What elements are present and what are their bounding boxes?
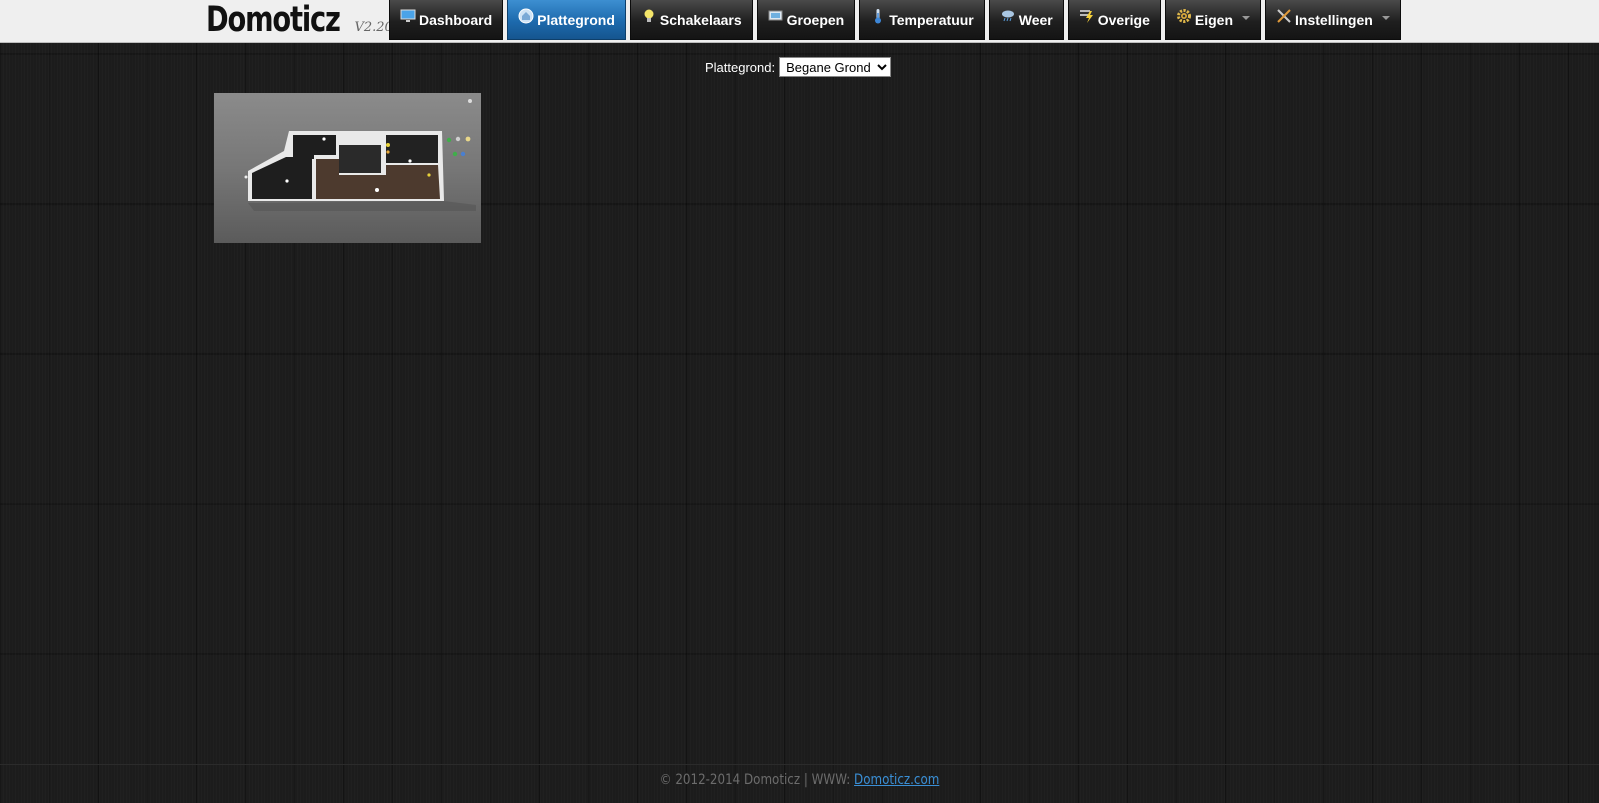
- brand-name: Domoticz: [206, 0, 341, 40]
- floorplan-label: Plattegrond:: [705, 59, 776, 75]
- device-marker[interactable]: [408, 159, 412, 163]
- nav-plattegrond[interactable]: Plattegrond: [507, 0, 626, 40]
- nav-instellingen[interactable]: Instellingen: [1265, 0, 1401, 40]
- device-marker[interactable]: [465, 136, 471, 142]
- monitor-icon: [400, 9, 416, 22]
- thermometer-icon: [875, 8, 882, 23]
- device-marker[interactable]: [455, 136, 461, 142]
- device-marker[interactable]: [386, 150, 390, 154]
- device-marker[interactable]: [460, 151, 466, 157]
- rain-cloud-icon: [1001, 10, 1014, 21]
- lightning-icon: [1079, 9, 1093, 23]
- floorplan-selector: Plattegrond: Begane Grond: [705, 57, 892, 77]
- house-icon: [518, 8, 534, 23]
- tools-icon: [1277, 8, 1291, 23]
- footer-text: © 2012-2014 Domoticz | WWW: Domoticz.com: [660, 765, 940, 795]
- lightbulb-icon: [644, 9, 654, 22]
- room-middle: [339, 145, 381, 173]
- nav-schakelaars-label: Schakelaars: [659, 11, 742, 28]
- nav-groepen[interactable]: Groepen: [756, 0, 856, 40]
- nav-groepen-label: Groepen: [786, 11, 845, 28]
- main-nav: Dashboard Plattegrond Schakelaars Groepe…: [389, 0, 1405, 42]
- top-navigation-bar: Domoticz V2.2052 Dashboard Plattegrond S…: [0, 0, 1599, 43]
- chevron-down-icon: [1381, 15, 1390, 20]
- device-marker[interactable]: [427, 173, 431, 177]
- brand[interactable]: Domoticz V2.2052: [206, 0, 409, 42]
- nav-overige[interactable]: Overige: [1067, 0, 1161, 40]
- nav-schakelaars[interactable]: Schakelaars: [629, 0, 753, 40]
- nav-plattegrond-label: Plattegrond: [537, 11, 615, 28]
- room-right: [386, 135, 438, 163]
- device-marker[interactable]: [322, 137, 326, 141]
- nav-dashboard-label: Dashboard: [419, 11, 493, 28]
- nav-eigen[interactable]: Eigen: [1164, 0, 1262, 40]
- nav-instellingen-label: Instellingen: [1295, 11, 1373, 28]
- device-marker[interactable]: [446, 137, 452, 143]
- device-marker[interactable]: [452, 151, 458, 157]
- nav-weer[interactable]: Weer: [988, 0, 1064, 40]
- device-marker[interactable]: [285, 179, 289, 183]
- nav-temperatuur-label: Temperatuur: [889, 11, 974, 28]
- device-marker[interactable]: [468, 99, 472, 103]
- floorplan-select[interactable]: Begane Grond: [779, 57, 892, 77]
- nav-dashboard[interactable]: Dashboard: [389, 0, 504, 40]
- footer-copyright: © 2012-2014 Domoticz | WWW:: [659, 772, 855, 788]
- footer-link[interactable]: Domoticz.com: [854, 772, 939, 788]
- footer: © 2012-2014 Domoticz | WWW: Domoticz.com: [0, 764, 1599, 803]
- nav-temperatuur[interactable]: Temperatuur: [859, 0, 985, 40]
- device-marker[interactable]: [244, 175, 248, 179]
- device-marker[interactable]: [386, 143, 390, 147]
- nav-overige-label: Overige: [1097, 11, 1150, 28]
- nav-eigen-label: Eigen: [1194, 11, 1234, 28]
- device-marker[interactable]: [375, 188, 379, 192]
- gear-icon: [1176, 8, 1191, 23]
- nav-weer-label: Weer: [1018, 11, 1053, 28]
- floorplan-image[interactable]: [214, 93, 481, 243]
- scene-icon: [768, 10, 783, 20]
- chevron-down-icon: [1242, 15, 1251, 20]
